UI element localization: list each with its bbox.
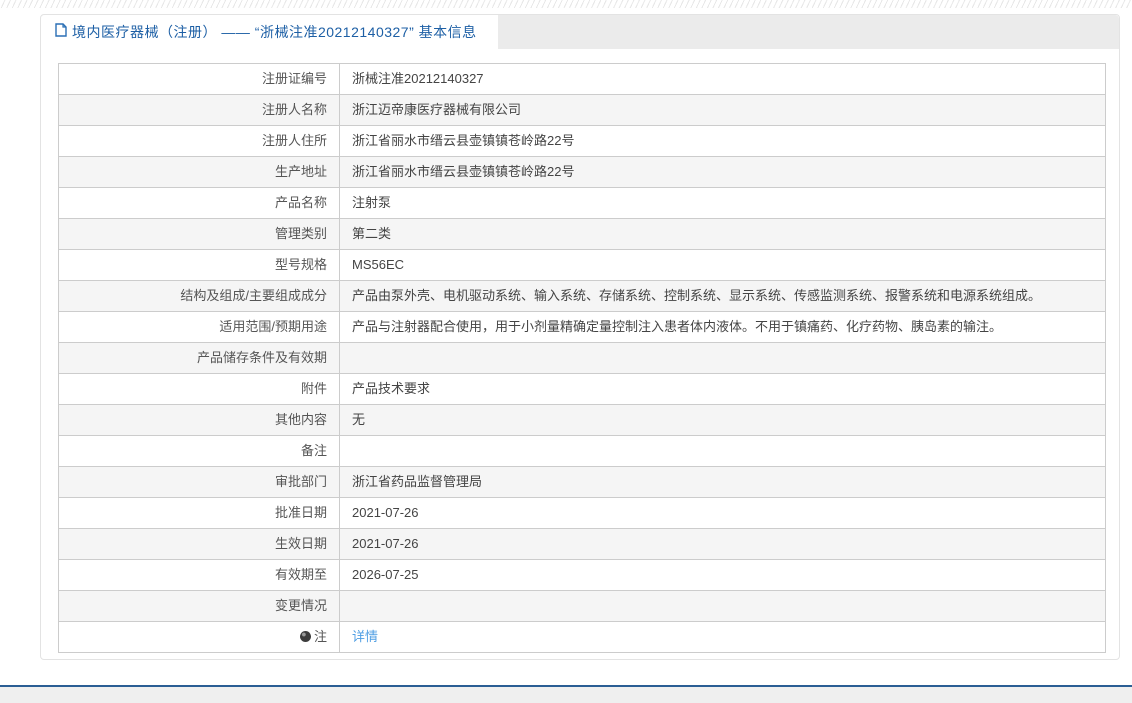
row-label: 注册人住所 [58, 125, 340, 157]
row-label: 管理类别 [58, 218, 340, 250]
row-value: MS56EC [339, 249, 1106, 281]
row-label: 型号规格 [58, 249, 340, 281]
table-row: 变更情况 [58, 590, 1106, 622]
table-row: 批准日期 2021-07-26 [58, 497, 1106, 529]
row-value: 2026-07-25 [339, 559, 1106, 591]
row-value: 浙江迈帝康医疗器械有限公司 [339, 94, 1106, 126]
detail-link[interactable]: 详情 [352, 629, 378, 644]
row-value: 产品技术要求 [339, 373, 1106, 405]
row-label: 产品名称 [58, 187, 340, 219]
title-tab: 境内医疗器械（注册） —— “浙械注准20212140327” 基本信息 [41, 15, 498, 49]
note-icon [299, 631, 311, 642]
table-row: 附件 产品技术要求 [58, 373, 1106, 405]
table-row: 生产地址 浙江省丽水市缙云县壶镇镇苍岭路22号 [58, 156, 1106, 188]
row-value: 详情 [339, 621, 1106, 653]
row-label: 其他内容 [58, 404, 340, 436]
row-value [339, 342, 1106, 374]
table-row: 其他内容无 [58, 404, 1106, 436]
row-label: 适用范围/预期用途 [58, 311, 340, 343]
row-label: 有效期至 [58, 559, 340, 591]
table-row: 审批部门 浙江省药品监督管理局 [58, 466, 1106, 498]
table-row: 生效日期 2021-07-26 [58, 528, 1106, 560]
page-title: 境内医疗器械（注册） —— “浙械注准20212140327” 基本信息 [72, 24, 477, 40]
row-label: 变更情况 [58, 590, 340, 622]
table-row: 产品储存条件及有效期 [58, 342, 1106, 374]
footer-band [0, 687, 1132, 703]
row-label: 生产地址 [58, 156, 340, 188]
row-label: 注册人名称 [58, 94, 340, 126]
row-value: 产品由泵外壳、电机驱动系统、输入系统、存储系统、控制系统、显示系统、传感监测系统… [339, 280, 1106, 312]
table-row: 注册人住所 浙江省丽水市缙云县壶镇镇苍岭路22号 [58, 125, 1106, 157]
row-value: 2021-07-26 [339, 528, 1106, 560]
table-row: 适用范围/预期用途 产品与注射器配合使用，用于小剂量精确定量控制注入患者体内液体。… [58, 311, 1106, 343]
table-row: 有效期至 2026-07-25 [58, 559, 1106, 591]
panel-header: 境内医疗器械（注册） —— “浙械注准20212140327” 基本信息 [41, 15, 1119, 49]
row-label: 生效日期 [58, 528, 340, 560]
row-value: 2021-07-26 [339, 497, 1106, 529]
row-value: 浙械注准20212140327 [339, 63, 1106, 95]
row-label: 结构及组成/主要组成成分 [58, 280, 340, 312]
row-label: 附件 [58, 373, 340, 405]
table-row: 管理类别 第二类 [58, 218, 1106, 250]
table-row: 结构及组成/主要组成成分 产品由泵外壳、电机驱动系统、输入系统、存储系统、控制系统… [58, 280, 1106, 312]
document-icon [55, 22, 67, 42]
row-value [339, 590, 1106, 622]
row-value: 注射泵 [339, 187, 1106, 219]
row-value: 浙江省药品监督管理局 [339, 466, 1106, 498]
row-label: 注 [58, 621, 340, 653]
table-row: 型号规格 MS56EC [58, 249, 1106, 281]
registration-table-body: 注册证编号 浙械注准20212140327 注册人名称 浙江迈帝康医疗器械有限公司 注册… [58, 63, 1106, 653]
row-label: 批准日期 [58, 497, 340, 529]
row-label: 产品储存条件及有效期 [58, 342, 340, 374]
table-row: 产品名称 注射泵 [58, 187, 1106, 219]
table-row: 注册人名称 浙江迈帝康医疗器械有限公司 [58, 94, 1106, 126]
registration-detail-panel: 境内医疗器械（注册） —— “浙械注准20212140327” 基本信息 注册证… [40, 14, 1120, 660]
row-label: 注册证编号 [58, 63, 340, 95]
row-value: 产品与注射器配合使用，用于小剂量精确定量控制注入患者体内液体。不用于镇痛药、化疗… [339, 311, 1106, 343]
table-row: 注册证编号 浙械注准20212140327 [58, 63, 1106, 95]
page: 境内医疗器械（注册） —— “浙械注准20212140327” 基本信息 注册证… [0, 0, 1132, 703]
row-label: 审批部门 [58, 466, 340, 498]
row-value: 浙江省丽水市缙云县壶镇镇苍岭路22号 [339, 156, 1106, 188]
row-value: 无 [339, 404, 1106, 436]
row-label: 备注 [58, 435, 340, 467]
table-row: 备注 [58, 435, 1106, 467]
row-value: 第二类 [339, 218, 1106, 250]
row-value [339, 435, 1106, 467]
row-value: 浙江省丽水市缙云县壶镇镇苍岭路22号 [339, 125, 1106, 157]
table-row: 注详情 [58, 621, 1106, 653]
top-decorative-stripes [0, 0, 1132, 8]
registration-table: 注册证编号 浙械注准20212140327 注册人名称 浙江迈帝康医疗器械有限公司 注册… [58, 63, 1106, 653]
